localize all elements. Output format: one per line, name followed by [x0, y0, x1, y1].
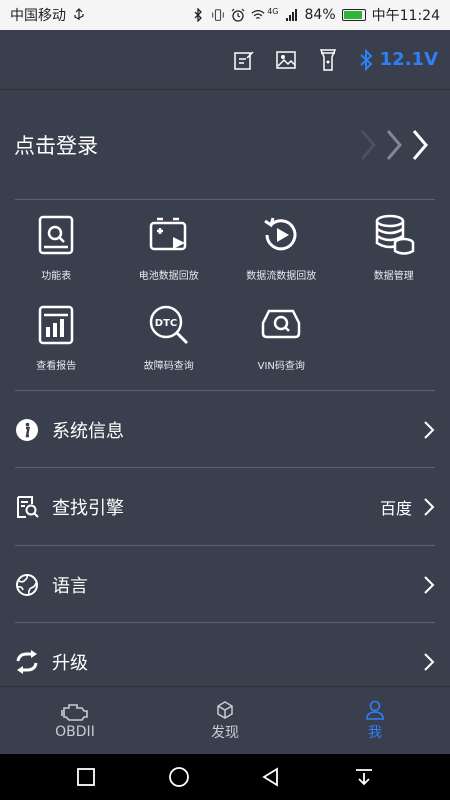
- feature-data-management[interactable]: 数据管理: [338, 205, 450, 295]
- wifi-icon: [251, 8, 265, 22]
- alarm-icon: [231, 8, 245, 22]
- menu-search-engine[interactable]: 查找引擎 百度: [0, 468, 450, 545]
- tab-label: OBDII: [55, 724, 95, 740]
- network-type-label: 4G: [267, 6, 279, 16]
- back-icon[interactable]: [259, 765, 283, 789]
- battery-icon: [341, 9, 366, 21]
- vin-search-icon: [262, 309, 301, 339]
- tab-label: 我: [368, 725, 382, 741]
- recent-apps-icon[interactable]: [74, 765, 98, 789]
- usb-icon: [72, 8, 86, 22]
- menu-label: 升级: [52, 652, 88, 674]
- flashlight-icon[interactable]: [316, 48, 340, 72]
- dtc-search-icon: DTC: [149, 305, 188, 345]
- tab-label: 发现: [211, 725, 239, 741]
- feature-data-stream-playback[interactable]: 数据流数据回放: [225, 205, 338, 295]
- chevron-right-icon: [422, 575, 436, 595]
- battery-playback-icon: [149, 217, 186, 251]
- bluetooth-status-icon: [191, 8, 205, 22]
- bottom-nav: OBDII 发现 我: [0, 686, 450, 755]
- info-icon: [14, 417, 40, 443]
- carrier-label: 中国移动: [10, 8, 66, 24]
- feature-dtc-query[interactable]: DTC 故障码查询: [113, 295, 226, 385]
- svg-text:DTC: DTC: [155, 318, 177, 329]
- feature-vin-query[interactable]: VIN码查询: [225, 295, 338, 385]
- cube-icon: [217, 701, 233, 719]
- chevron-right-icon: [422, 497, 436, 517]
- chevron-right-icon: [422, 420, 436, 440]
- vibrate-icon: [211, 8, 225, 22]
- feature-label: VIN码查询: [257, 361, 305, 372]
- top-toolbar: 12.1V: [0, 30, 450, 90]
- feature-label: 故障码查询: [143, 361, 194, 372]
- menu-system-info[interactable]: 系统信息: [0, 391, 450, 468]
- bluetooth-icon: [359, 48, 373, 71]
- refresh-icon: [14, 649, 40, 675]
- status-bar: 中国移动 4G 84% 中午11:24: [0, 0, 450, 30]
- home-icon[interactable]: [167, 765, 191, 789]
- chevron-right-icon: [422, 652, 436, 672]
- function-list-icon: [39, 215, 74, 255]
- menu-label: 查找引擎: [52, 497, 124, 519]
- system-nav-bar: [0, 754, 450, 800]
- database-icon: [375, 214, 414, 255]
- login-row[interactable]: 点击登录: [0, 90, 450, 200]
- divider: [15, 199, 435, 200]
- signal-icon: [285, 8, 299, 22]
- voltage-indicator[interactable]: 12.1V: [358, 48, 438, 71]
- menu-label: 语言: [52, 575, 88, 597]
- chevron-right-icon: [356, 127, 436, 163]
- menu-language[interactable]: 语言: [0, 546, 450, 623]
- feature-function-list[interactable]: 功能表: [0, 205, 113, 295]
- feature-label: 数据流数据回放: [246, 271, 317, 282]
- feature-label: 功能表: [41, 271, 72, 282]
- feature-battery-playback[interactable]: 电池数据回放: [113, 205, 226, 295]
- feature-view-report[interactable]: 查看报告: [0, 295, 113, 385]
- report-icon: [39, 305, 74, 345]
- search-engine-value: 百度: [379, 498, 412, 518]
- tab-discover[interactable]: 发现: [150, 687, 300, 755]
- search-doc-icon: [14, 494, 40, 520]
- menu-label: 系统信息: [52, 420, 124, 442]
- feature-label: 数据管理: [373, 271, 414, 282]
- feature-label: 电池数据回放: [138, 271, 199, 282]
- user-icon: [366, 700, 384, 720]
- edit-note-icon[interactable]: [232, 48, 256, 72]
- tab-obdii[interactable]: OBDII: [0, 687, 150, 755]
- login-label: 点击登录: [14, 134, 98, 158]
- globe-icon: [14, 572, 40, 598]
- battery-percent: 84%: [304, 7, 336, 23]
- data-stream-playback-icon: [264, 217, 297, 251]
- clock: 中午11:24: [371, 8, 440, 24]
- feature-grid: 功能表 电池数据回放 数据流数据回放 数据管理 查看报告 DTC 故障码查询 V…: [0, 205, 450, 390]
- voltage-value: 12.1V: [379, 49, 438, 70]
- tab-me[interactable]: 我: [300, 687, 450, 755]
- notification-drawer-icon[interactable]: [352, 765, 376, 789]
- engine-icon: [61, 704, 88, 721]
- feature-label: 查看报告: [36, 361, 77, 372]
- image-icon[interactable]: [274, 48, 298, 72]
